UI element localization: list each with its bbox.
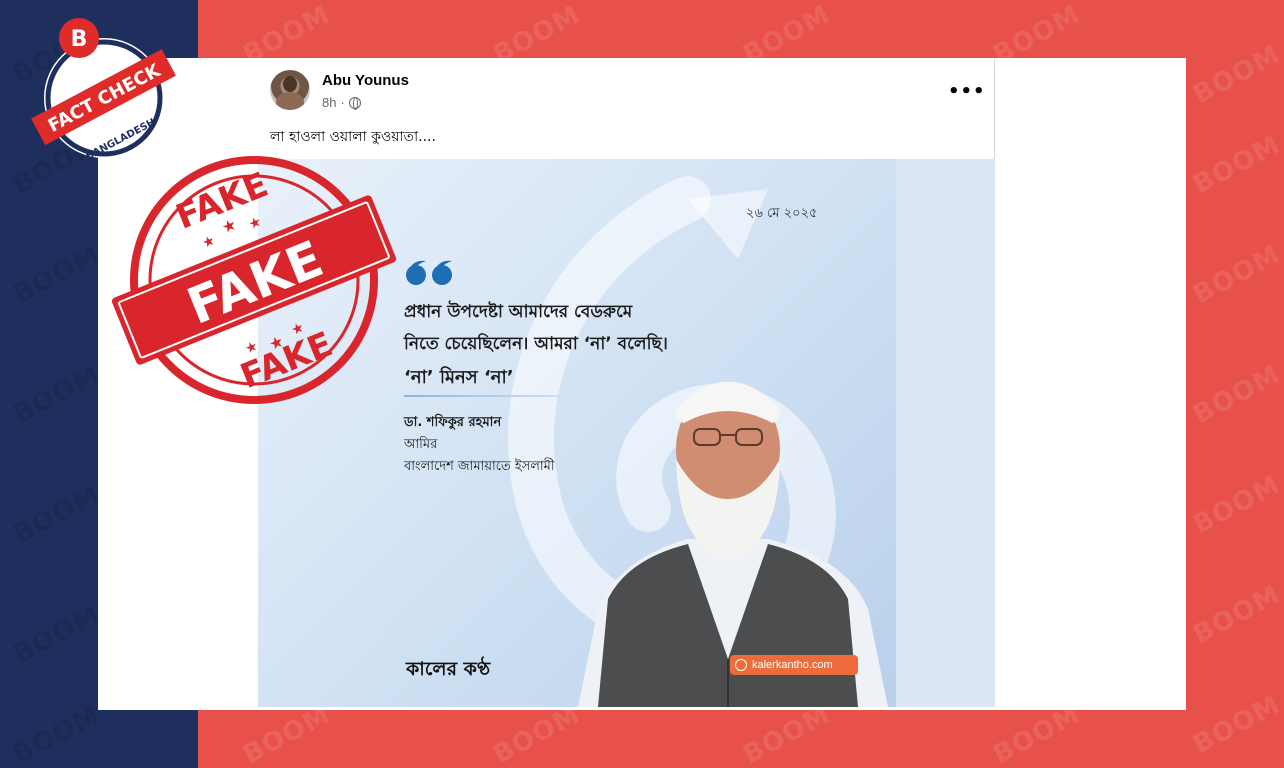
more-icon[interactable]: ••• [948, 81, 986, 102]
quote-line-3: ‘না’ মিনস ‘না’ [404, 367, 514, 388]
svg-text:★: ★ [246, 214, 264, 234]
post-author[interactable]: Abu Younus [322, 72, 409, 89]
post-meta: 8h · [322, 95, 361, 110]
post-time[interactable]: 8h [322, 95, 336, 110]
speaker-role: আমির [404, 437, 438, 452]
quote-icon [406, 260, 452, 285]
speaker-org: বাংলাদেশ জামায়াতে ইসলামী [404, 459, 555, 474]
svg-text:FAKE: FAKE [235, 324, 338, 397]
globe-icon [735, 659, 747, 671]
card-date: ২৬ মে ২০২৫ [746, 206, 818, 221]
svg-text:B: B [71, 27, 88, 52]
divider [404, 395, 564, 397]
site-url: kalerkantho.com [752, 659, 833, 671]
site-badge: kalerkantho.com [730, 655, 858, 675]
brand-logo: কালের কণ্ঠ [406, 658, 491, 680]
globe-icon [348, 96, 361, 110]
svg-text:★: ★ [200, 232, 218, 252]
quote-line-2: নিতে চেয়েছিলেন। আমরা ‘না’ বলেছি। [404, 334, 668, 354]
quote-line-1: প্রধান উপদেষ্টা আমাদের বেডরুমে [404, 302, 633, 322]
svg-text:★: ★ [219, 214, 239, 237]
avatar[interactable] [270, 70, 310, 110]
fake-stamp: FAKE FAKE ★ ★ ★ ★ ★ ★ FAKE [111, 156, 397, 404]
speaker-name: ডা. শফিকুর রহমান [404, 415, 502, 430]
